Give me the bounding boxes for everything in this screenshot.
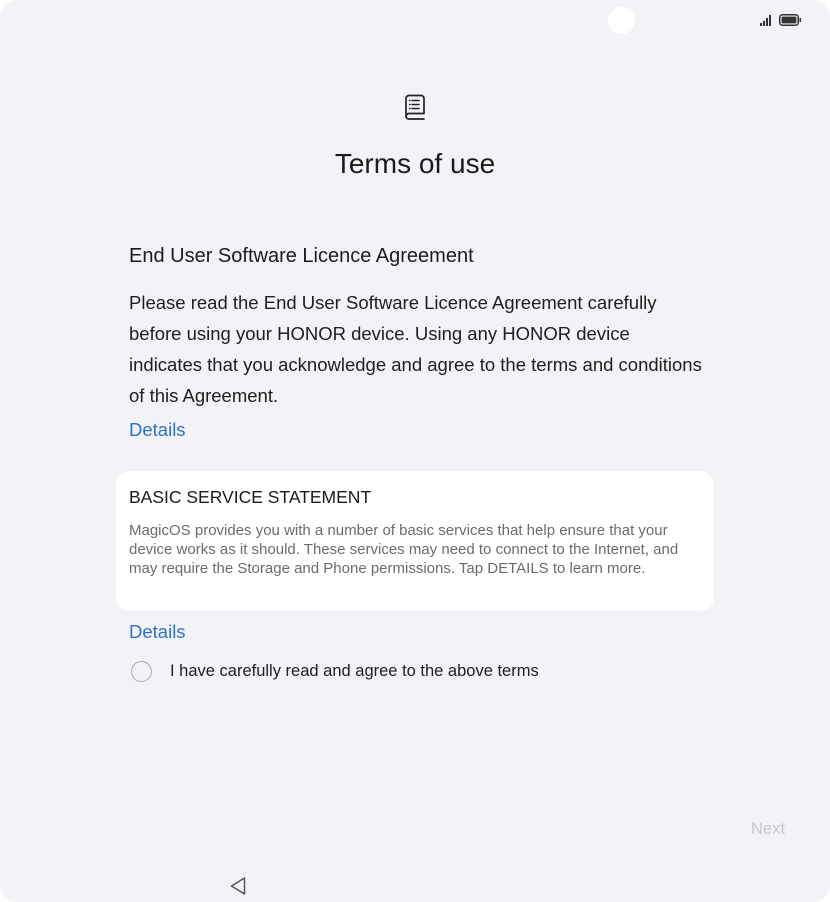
back-triangle-icon[interactable] bbox=[229, 876, 247, 896]
document-list-icon bbox=[405, 94, 425, 120]
agree-terms-label[interactable]: I have carefully read and agree to the a… bbox=[170, 662, 539, 681]
eula-body: Please read the End User Software Licenc… bbox=[129, 292, 702, 406]
basic-service-body: MagicOS provides you with a number of ba… bbox=[129, 522, 679, 577]
battery-full-icon bbox=[779, 14, 802, 26]
eula-details-link[interactable]: Details bbox=[129, 419, 186, 441]
page-title: Terms of use bbox=[334, 148, 496, 179]
status-bar bbox=[0, 0, 830, 40]
front-camera-cutout bbox=[608, 7, 635, 34]
basic-service-details-link[interactable]: Details bbox=[129, 621, 186, 643]
terms-of-use-screen: Terms of use End User Software Licence A… bbox=[0, 0, 830, 902]
basic-service-title: BASIC SERVICE STATEMENT bbox=[129, 487, 372, 507]
signal-bars-icon bbox=[760, 15, 771, 26]
basic-service-card: BASIC SERVICE STATEMENT MagicOS provides… bbox=[116, 471, 714, 611]
agree-terms-radio[interactable] bbox=[131, 661, 152, 682]
eula-title: End User Software Licence Agreement bbox=[129, 245, 474, 267]
next-button[interactable]: Next bbox=[751, 820, 785, 839]
